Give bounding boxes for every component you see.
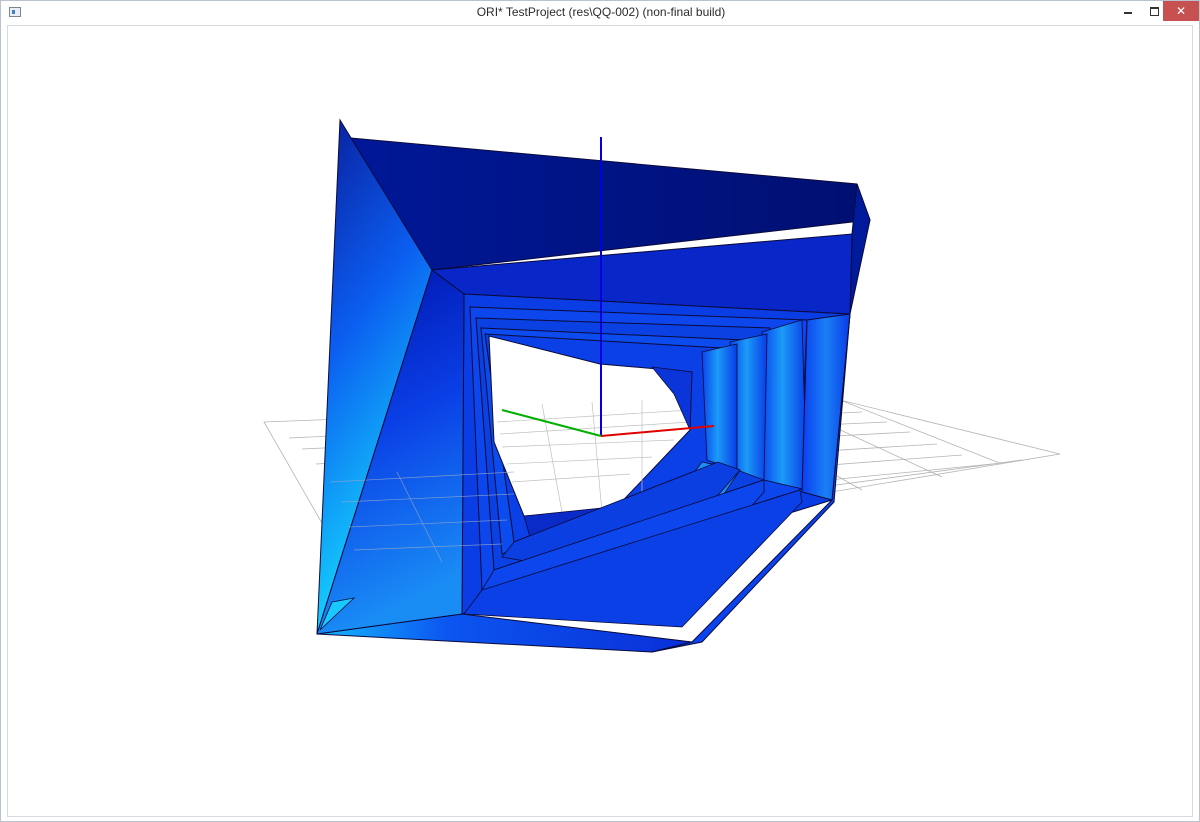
scene-canvas[interactable]: [7, 25, 1193, 817]
close-icon: ✕: [1175, 4, 1187, 18]
title-bar[interactable]: ORI* TestProject (res\QQ-002) (non-final…: [1, 1, 1199, 25]
close-button[interactable]: ✕: [1163, 1, 1199, 21]
window-title: ORI* TestProject (res\QQ-002) (non-final…: [476, 5, 726, 19]
maximize-icon: [1150, 6, 1159, 16]
mesh-face-rib-3: [701, 343, 738, 471]
3d-viewport[interactable]: [7, 25, 1193, 817]
minimize-icon: [1123, 12, 1132, 14]
mesh-face-rib-1: [761, 319, 808, 491]
app-window: ORI* TestProject (res\QQ-002) (non-final…: [0, 0, 1200, 822]
minimize-button[interactable]: [1114, 1, 1141, 21]
mesh-face-right-wall: [801, 313, 851, 501]
app-icon[interactable]: [9, 7, 21, 17]
